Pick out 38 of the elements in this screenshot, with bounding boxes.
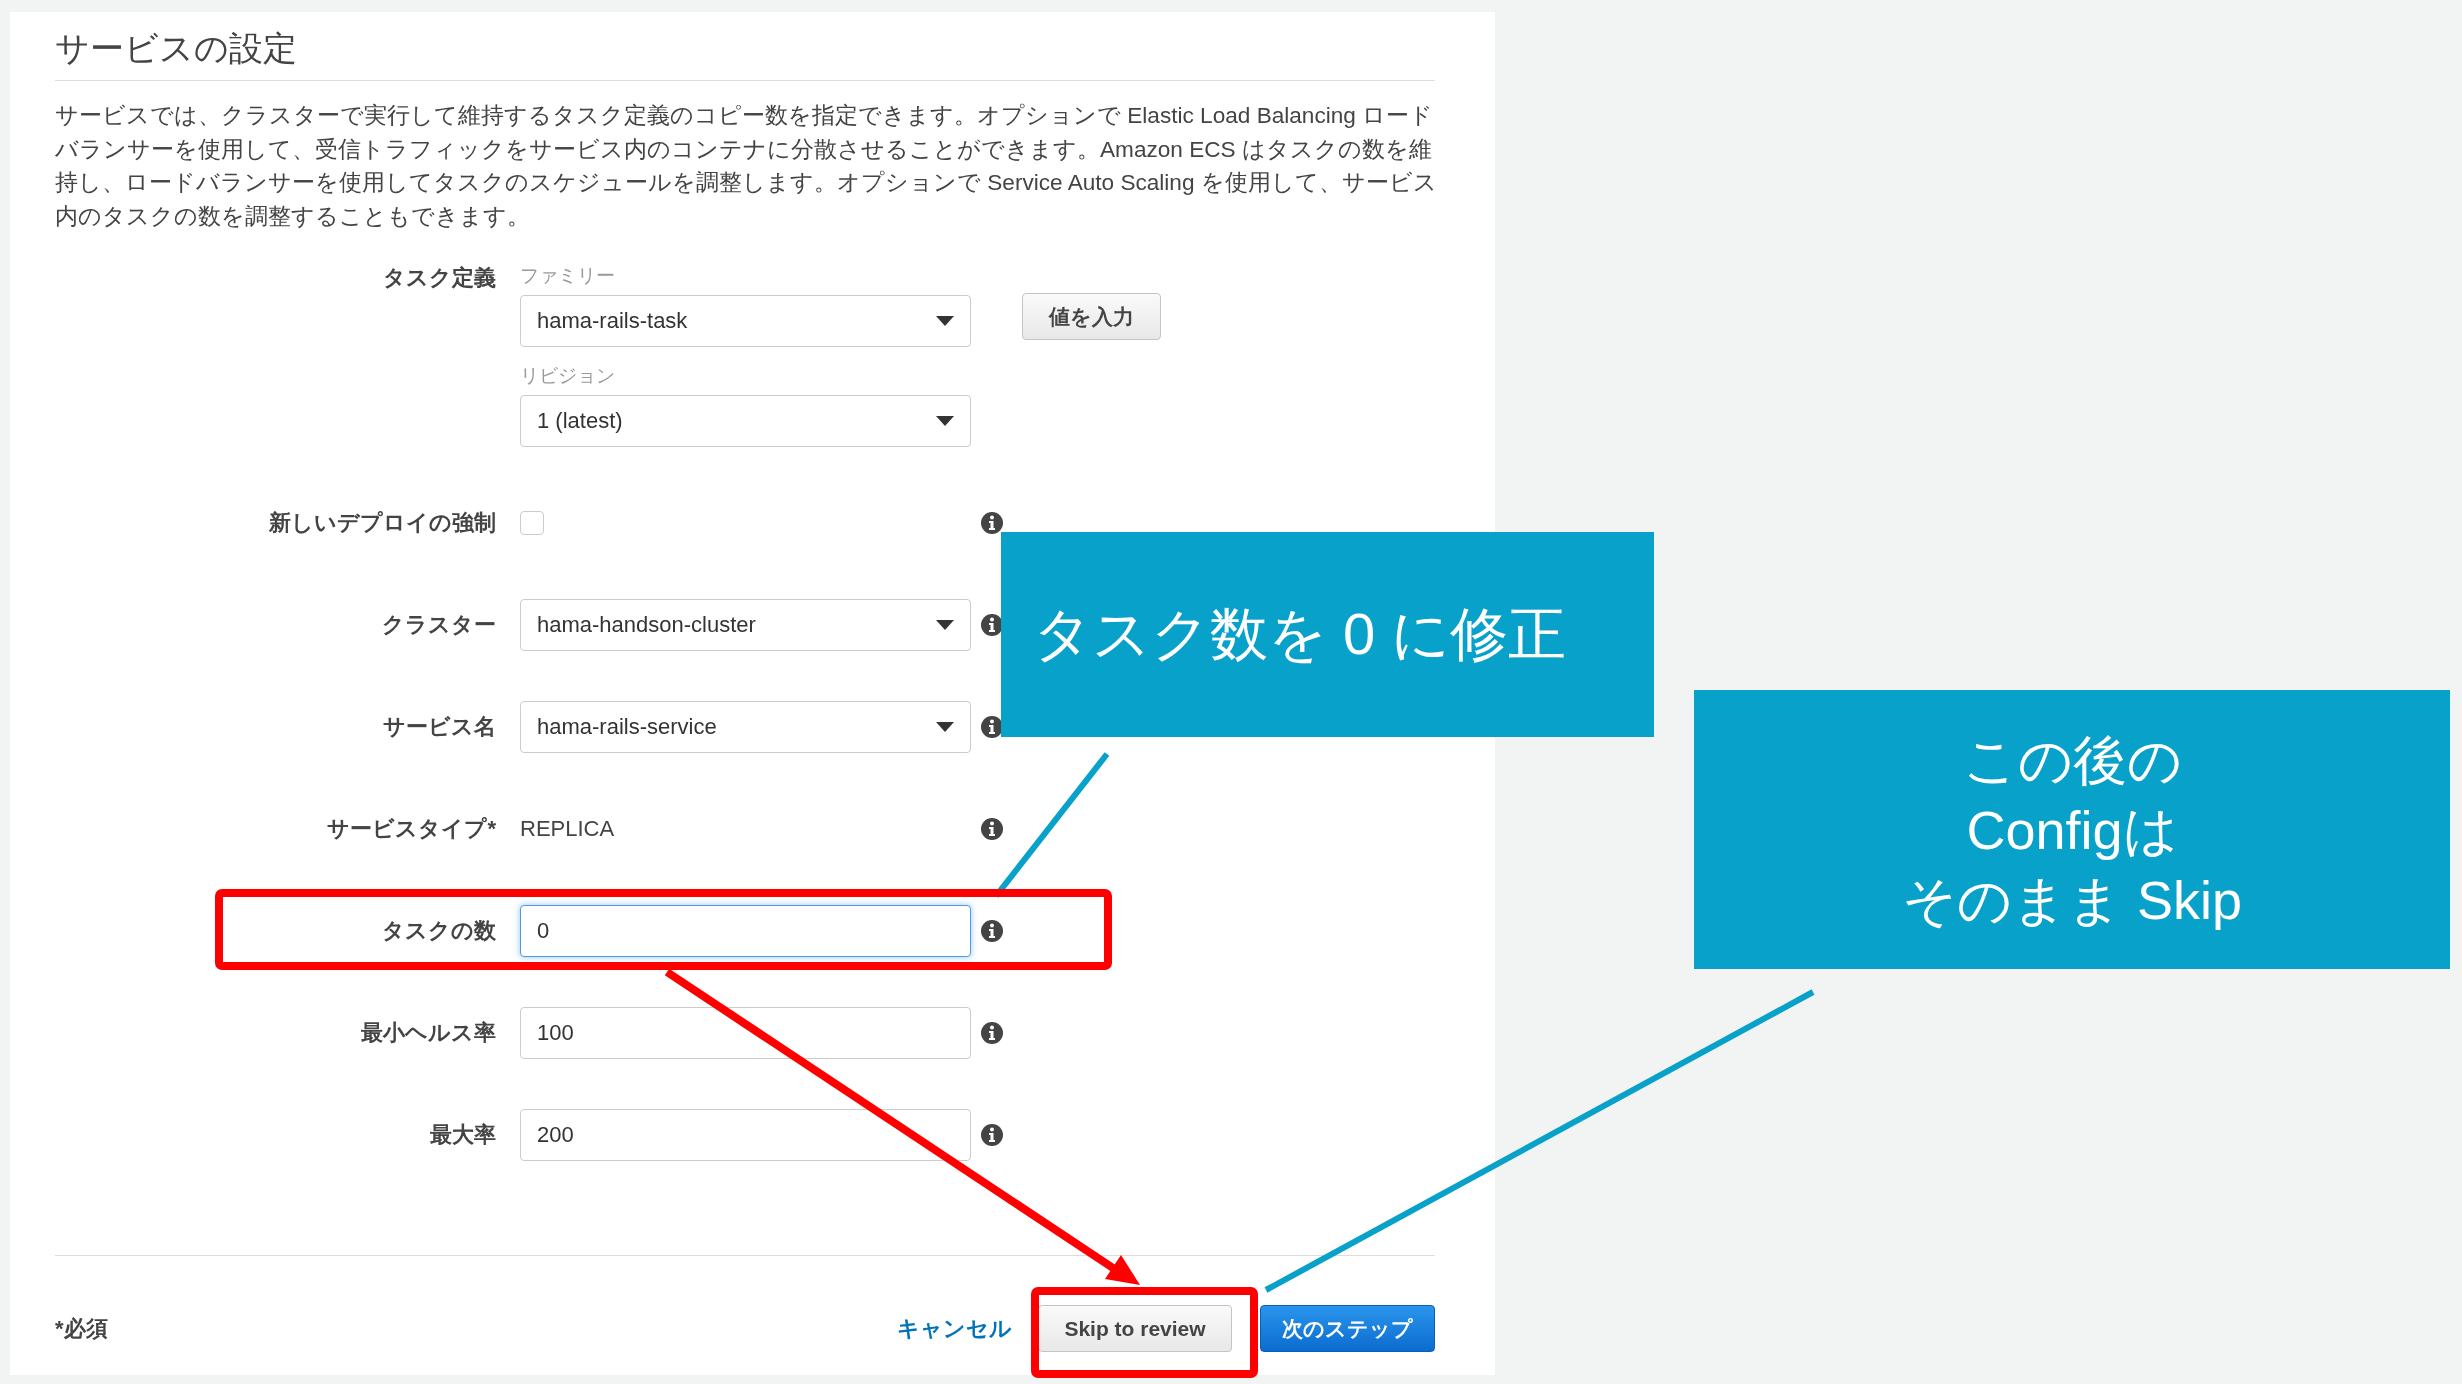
checkbox[interactable] <box>520 511 544 535</box>
field-label: タスクの数 <box>381 917 496 945</box>
caret-icon <box>936 620 954 630</box>
info-icon[interactable] <box>980 817 1004 841</box>
callout: この後の Configは そのまま Skip <box>1694 690 2450 969</box>
field-sublabel: リビジョン <box>520 364 615 388</box>
section-title: サービスの設定 <box>55 28 297 69</box>
dropdown[interactable]: hama-rails-task <box>520 295 971 347</box>
field-label: 新しいデプロイの強制 <box>268 509 496 537</box>
info-icon[interactable] <box>980 1021 1004 1045</box>
caret-icon <box>936 416 954 426</box>
required-note: *必須 <box>55 1314 109 1343</box>
field-label: タスク定義 <box>382 264 496 292</box>
callout: タスク数を 0 に修正 <box>1001 532 1654 737</box>
field-value: REPLICA <box>520 816 616 842</box>
info-icon[interactable] <box>980 919 1004 943</box>
info-icon[interactable] <box>980 1123 1004 1147</box>
input-field[interactable]: 100 <box>520 1007 971 1059</box>
field-label: サービス名 <box>382 713 496 741</box>
field-sublabel: ファミリー <box>520 264 615 288</box>
field-label: 最大率 <box>429 1121 496 1149</box>
field-label: サービスタイプ* <box>326 815 496 843</box>
input-field[interactable]: 0 <box>520 905 971 957</box>
field-label: クラスター <box>381 611 496 639</box>
description-text: サービスでは、クラスターで実行して維持するタスク定義のコピー数を指定できます。オプションで Elastic Load Balancing ロードバランサーを使用して、受信トラフィックをサービス内のコンテナに分散させることができます。Amazon ECS はタスクの数を維持し、ロードバランサーを使用してタスクのスケジュールを調整します。オプションで Service Auto Scaling を使用して、サービス内のタスクの数を調整することもできます。 <box>55 102 1438 231</box>
next-step-button[interactable]: 次のステップ <box>1260 1305 1435 1352</box>
dropdown[interactable]: hama-rails-service <box>520 701 971 753</box>
caret-icon <box>936 722 954 732</box>
dropdown[interactable]: hama-handson-cluster <box>520 599 971 651</box>
dropdown[interactable]: 1 (latest) <box>520 395 971 447</box>
cancel-link[interactable]: キャンセル <box>897 1313 1012 1344</box>
info-icon[interactable] <box>980 715 1004 739</box>
skip-button[interactable]: Skip to review <box>1038 1305 1232 1352</box>
info-icon[interactable] <box>980 511 1004 535</box>
field-label: 最小ヘルス率 <box>360 1019 496 1047</box>
caret-icon <box>936 316 954 326</box>
input-field[interactable]: 200 <box>520 1109 971 1161</box>
enter-value-button[interactable]: 値を入力 <box>1022 293 1161 340</box>
